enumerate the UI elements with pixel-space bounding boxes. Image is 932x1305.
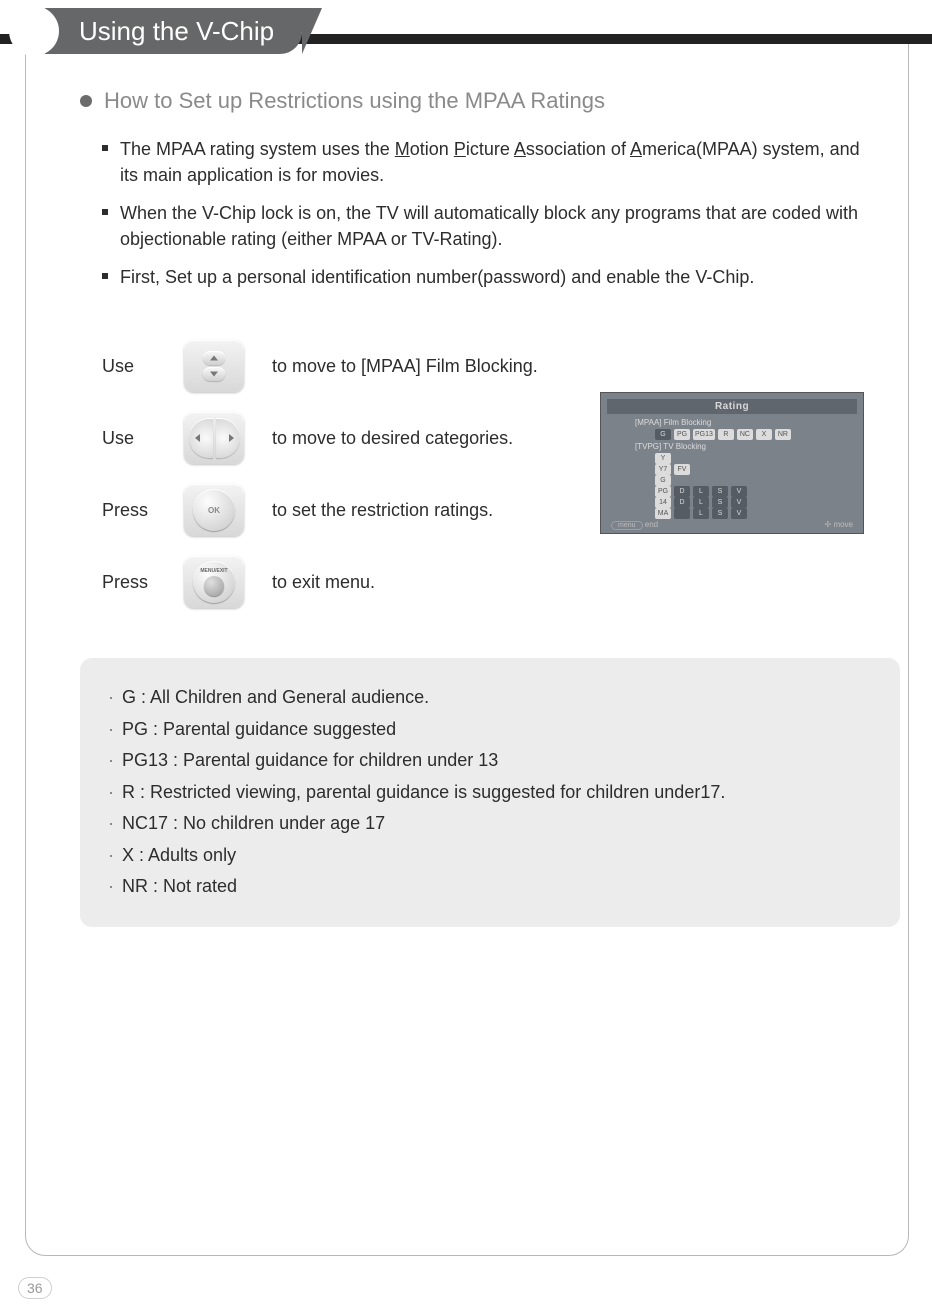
section-heading: How to Set up Restrictions using the MPA… [80, 88, 864, 114]
ratings-legend: G : All Children and General audience. P… [80, 658, 900, 927]
bullet-icon [80, 95, 92, 107]
intro-item: The MPAA rating system uses the Motion P… [102, 136, 864, 188]
menu-exit-button-icon [184, 556, 244, 608]
osd-screenshot: Rating [MPAA] Film Blocking G PG PG13 R … [600, 392, 864, 534]
nav-up-down-icon [184, 340, 244, 392]
osd-row-label: [TVPG] TV Blocking [635, 442, 857, 451]
intro-list: The MPAA rating system uses the Motion P… [102, 136, 864, 290]
rating-item: X : Adults only [108, 840, 872, 872]
nav-left-right-icon [184, 412, 244, 464]
intro-item: When the V-Chip lock is on, the TV will … [102, 200, 864, 252]
step-verb: Use [102, 428, 156, 449]
step-verb: Press [102, 572, 156, 593]
intro-item: First, Set up a personal identification … [102, 264, 864, 290]
page-number: 36 [18, 1277, 52, 1299]
rating-item: G : All Children and General audience. [108, 682, 872, 714]
step-desc: to set the restriction ratings. [272, 500, 493, 521]
osd-chip-row: G PG PG13 R NC X NR [655, 429, 857, 440]
rating-item: PG13 : Parental guidance for children un… [108, 745, 872, 777]
rating-item: NR : Not rated [108, 871, 872, 903]
rating-item: R : Restricted viewing, parental guidanc… [108, 777, 872, 809]
rating-item: NC17 : No children under age 17 [108, 808, 872, 840]
step-verb: Use [102, 356, 156, 377]
step-row: Press to exit menu. [102, 546, 864, 618]
step-desc: to move to desired categories. [272, 428, 513, 449]
step-desc: to move to [MPAA] Film Blocking. [272, 356, 538, 377]
osd-row-label: [MPAA] Film Blocking [635, 418, 857, 427]
step-verb: Press [102, 500, 156, 521]
ok-button-icon: OK [184, 484, 244, 536]
rating-item: PG : Parental guidance suggested [108, 714, 872, 746]
steps-block: Use to move to [MPAA] Film Blocking. Use… [102, 330, 864, 618]
section-heading-text: How to Set up Restrictions using the MPA… [104, 88, 605, 114]
osd-title: Rating [607, 399, 857, 414]
osd-menu-icon: menu [611, 521, 643, 530]
page-title: Using the V-Chip [45, 8, 302, 54]
content-panel: How to Set up Restrictions using the MPA… [25, 44, 909, 1256]
step-desc: to exit menu. [272, 572, 375, 593]
